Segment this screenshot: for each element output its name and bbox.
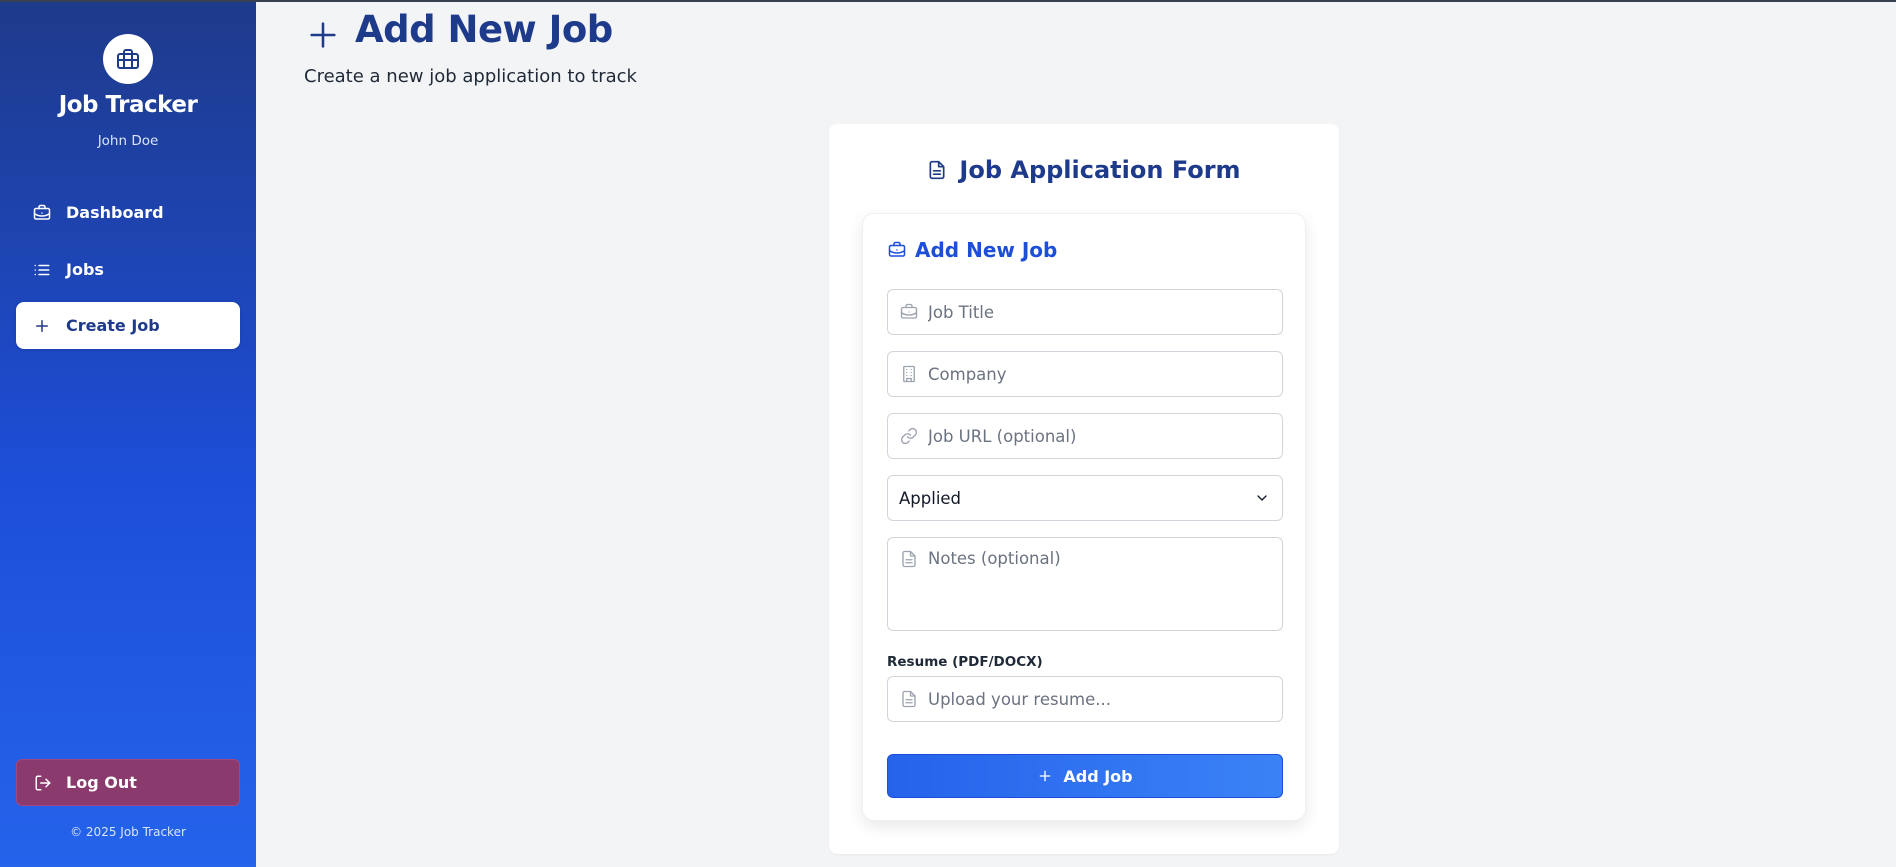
building-icon xyxy=(900,365,918,383)
plus-icon xyxy=(306,18,340,52)
company-input[interactable] xyxy=(888,352,1282,396)
logout-label: Log Out xyxy=(66,773,137,792)
logo xyxy=(103,34,153,84)
briefcase-icon xyxy=(888,241,906,259)
chevron-down-icon xyxy=(1254,490,1270,506)
status-select-value: Applied xyxy=(899,488,962,508)
company-field[interactable] xyxy=(887,351,1283,397)
resume-upload-input[interactable] xyxy=(888,677,1282,721)
file-text-icon xyxy=(900,690,918,708)
notes-field[interactable] xyxy=(887,537,1283,631)
sidebar-item-jobs[interactable]: Jobs xyxy=(16,246,240,293)
user-name: John Doe xyxy=(97,133,159,149)
job-title-input[interactable] xyxy=(888,290,1282,334)
plus-icon xyxy=(1037,768,1053,784)
file-text-icon xyxy=(927,159,947,181)
section-title: Add New Job xyxy=(888,238,1057,262)
add-job-panel: Add New Job Applied xyxy=(862,213,1306,821)
briefcase-icon xyxy=(900,303,918,321)
section-title-text: Add New Job xyxy=(915,238,1058,262)
status-select[interactable]: Applied xyxy=(887,475,1283,521)
logout-icon xyxy=(34,774,52,792)
window-top-border xyxy=(0,0,1896,2)
job-url-field[interactable] xyxy=(887,413,1283,459)
logout-button[interactable]: Log Out xyxy=(16,759,240,806)
job-title-field[interactable] xyxy=(887,289,1283,335)
app-title: Job Tracker xyxy=(58,92,198,118)
form-card: Job Application Form Add New Job Job Tit… xyxy=(829,124,1339,854)
add-job-button[interactable]: Add Job xyxy=(887,754,1283,798)
resume-upload-field[interactable] xyxy=(887,676,1283,722)
page-title: Add New Job xyxy=(355,8,613,51)
sidebar: Job Tracker John Doe Dashboard Jobs Crea… xyxy=(0,2,256,867)
briefcase-icon xyxy=(116,47,140,71)
plus-icon xyxy=(33,317,51,335)
sidebar-item-label: Create Job xyxy=(66,316,160,335)
link-icon xyxy=(900,427,918,445)
file-text-icon xyxy=(900,550,918,568)
sidebar-item-label: Dashboard xyxy=(66,203,164,222)
sidebar-item-label: Jobs xyxy=(66,260,104,279)
resume-label: Resume (PDF/DOCX) xyxy=(887,654,1043,670)
notes-textarea[interactable] xyxy=(888,538,1282,630)
add-job-button-label: Add Job xyxy=(1063,766,1133,786)
form-card-title: Job Application Form xyxy=(829,156,1339,184)
copyright: © 2025 Job Tracker xyxy=(70,825,186,839)
page-subtitle: Create a new job application to track xyxy=(304,66,637,87)
sidebar-item-dashboard[interactable]: Dashboard xyxy=(16,189,240,236)
list-icon xyxy=(33,261,51,279)
sidebar-item-create-job[interactable]: Create Job xyxy=(16,302,240,349)
job-url-input[interactable] xyxy=(888,414,1282,458)
form-card-title-text: Job Application Form xyxy=(959,156,1241,184)
briefcase-icon xyxy=(33,204,51,222)
